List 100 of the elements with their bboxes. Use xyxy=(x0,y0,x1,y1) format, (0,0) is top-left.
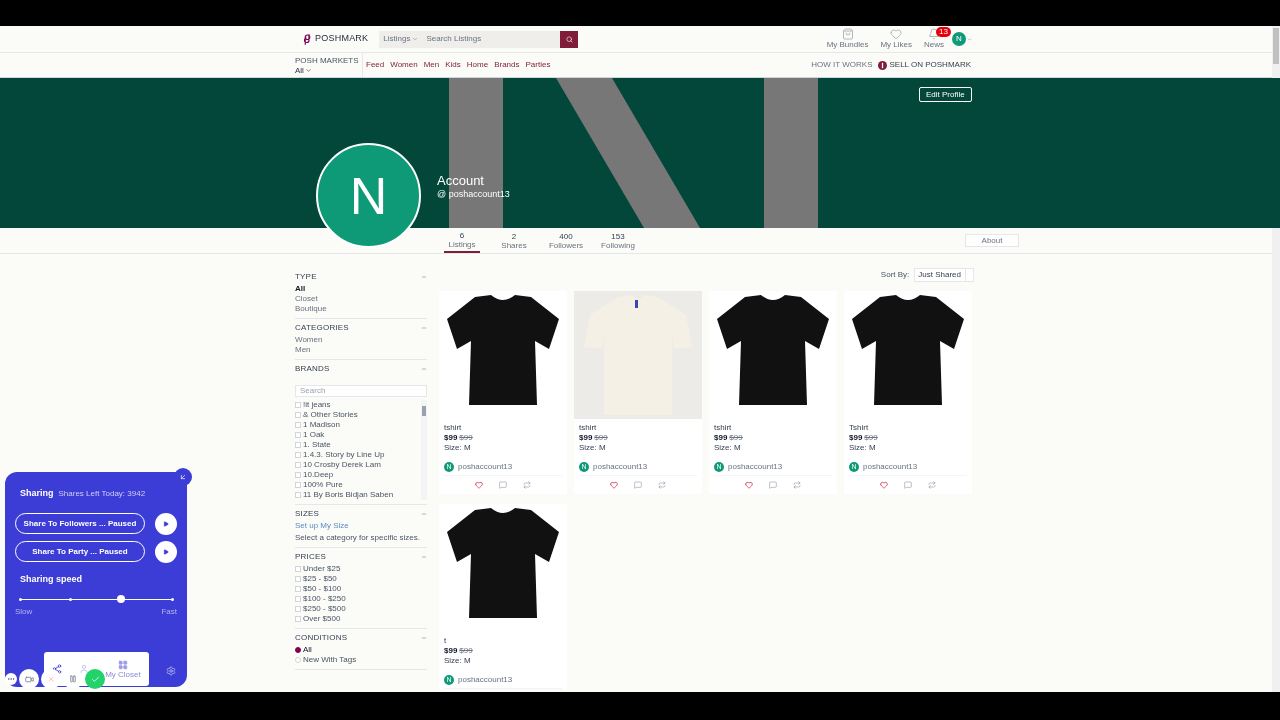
filter-option[interactable]: All xyxy=(295,284,427,294)
more-button[interactable] xyxy=(5,673,17,685)
filter-option[interactable]: Boutique xyxy=(295,304,427,314)
checkbox[interactable] xyxy=(295,616,301,622)
seller-name[interactable]: poshaccount13 xyxy=(458,462,513,472)
filter-option[interactable]: Closet xyxy=(295,294,427,304)
search-button[interactable] xyxy=(560,30,579,48)
close-icon xyxy=(47,675,55,683)
brand-search-field[interactable]: Search xyxy=(295,385,427,397)
seller-name[interactable]: poshaccount13 xyxy=(728,462,783,472)
seller-name[interactable]: poshaccount13 xyxy=(458,675,513,685)
listing-size: Size: M xyxy=(714,443,742,453)
search-field[interactable]: Search Listings xyxy=(422,30,561,48)
checkbox[interactable] xyxy=(295,566,301,572)
collapse-icon[interactable] xyxy=(421,366,427,372)
slow-label: Slow xyxy=(15,606,33,618)
profile-stat-tab[interactable]: 6 Listings xyxy=(444,228,480,253)
speed-slider[interactable] xyxy=(20,595,172,603)
collapse-icon[interactable] xyxy=(421,635,427,641)
nav-link[interactable]: Kids xyxy=(445,59,461,71)
how-it-works-link[interactable]: HOW IT WORKS xyxy=(811,59,873,71)
comment-icon[interactable] xyxy=(499,481,507,489)
play-icon xyxy=(163,520,169,527)
logo-text: POSHMARK xyxy=(315,32,369,46)
edit-profile-button[interactable]: Edit Profile xyxy=(919,87,972,102)
radio-button[interactable] xyxy=(295,647,301,653)
size-link[interactable]: Set up My Size xyxy=(295,521,427,531)
comment-icon[interactable] xyxy=(634,481,642,489)
sell-link[interactable]: SELL ON POSHMARK xyxy=(878,59,971,71)
checkbox[interactable] xyxy=(295,586,301,592)
like-icon[interactable] xyxy=(745,481,753,489)
checkbox[interactable] xyxy=(295,402,301,408)
search-scope-dropdown[interactable]: Listings xyxy=(379,30,423,48)
checkbox[interactable] xyxy=(295,472,301,478)
brand-label: 100% Pure xyxy=(303,480,343,490)
market-selector[interactable]: All xyxy=(295,65,362,75)
nav-link[interactable]: Parties xyxy=(525,59,551,71)
price-label: $250 - $500 xyxy=(303,604,346,614)
account-menu[interactable]: N xyxy=(952,32,972,46)
collapse-icon[interactable] xyxy=(421,554,427,560)
checkbox[interactable] xyxy=(295,576,301,582)
condition-label: All xyxy=(303,645,312,655)
header-link[interactable]: News 13 xyxy=(920,28,948,50)
comment-icon[interactable] xyxy=(769,481,777,489)
price: $99 xyxy=(849,433,863,443)
checkbox[interactable] xyxy=(295,442,301,448)
collapse-icon[interactable] xyxy=(421,325,427,331)
filter-option[interactable]: Women xyxy=(295,335,427,345)
nav-link[interactable]: Home xyxy=(466,59,489,71)
grid-icon xyxy=(117,659,128,670)
nav-link[interactable]: Brands xyxy=(494,59,520,71)
nav-link[interactable]: Feed xyxy=(366,59,385,71)
brand-label: & Other Stories xyxy=(303,410,358,420)
sort-dropdown[interactable]: Just Shared xyxy=(914,268,974,282)
price: $99 xyxy=(714,433,728,443)
bag-icon xyxy=(841,28,854,40)
nav-link[interactable]: Women xyxy=(390,59,418,71)
user-avatar: N xyxy=(952,32,966,46)
checkbox[interactable] xyxy=(295,462,301,468)
person-icon[interactable] xyxy=(78,664,89,674)
header-link[interactable]: My Bundles xyxy=(822,28,873,50)
checkbox[interactable] xyxy=(295,606,301,612)
profile-stat-tab[interactable]: 2 Shares xyxy=(496,228,532,253)
share-icon[interactable] xyxy=(52,664,63,674)
header-link[interactable]: My Likes xyxy=(876,28,916,50)
panel-title: Sharing xyxy=(20,487,54,500)
checkbox[interactable] xyxy=(295,452,301,458)
shares-left: Shares Left Today: 3942 xyxy=(58,488,146,500)
seller-name[interactable]: poshaccount13 xyxy=(863,462,918,472)
scrollbar[interactable] xyxy=(421,400,427,500)
nav-link[interactable]: Men xyxy=(423,59,440,71)
bell-icon xyxy=(928,28,940,40)
play-icon xyxy=(163,548,169,555)
filter-heading: CONDITIONS xyxy=(295,633,348,643)
checkbox[interactable] xyxy=(295,432,301,438)
search-icon xyxy=(565,35,573,43)
collapse-icon[interactable] xyxy=(421,511,427,517)
play-button[interactable] xyxy=(155,540,177,563)
caret-icon xyxy=(967,36,972,42)
slider-thumb[interactable] xyxy=(117,595,126,603)
page-scrollbar[interactable] xyxy=(1273,28,1279,64)
like-icon[interactable] xyxy=(880,481,888,489)
about-button[interactable]: About xyxy=(965,234,1019,247)
fast-label: Fast xyxy=(161,606,177,618)
checkbox[interactable] xyxy=(295,412,301,418)
filter-option[interactable]: Men xyxy=(295,345,427,355)
checkbox[interactable] xyxy=(295,492,301,498)
checkbox[interactable] xyxy=(295,596,301,602)
price-label: Under $25 xyxy=(303,564,341,574)
profile-stat-tab[interactable]: 153 Following xyxy=(600,228,636,253)
comment-icon[interactable] xyxy=(904,481,912,489)
collapse-icon[interactable] xyxy=(421,274,427,280)
like-icon[interactable] xyxy=(610,481,618,489)
settings-icon[interactable] xyxy=(166,666,176,676)
like-icon[interactable] xyxy=(475,481,483,489)
seller-name[interactable]: poshaccount13 xyxy=(593,462,648,472)
play-button[interactable] xyxy=(155,512,177,535)
checkbox[interactable] xyxy=(295,422,301,428)
profile-stat-tab[interactable]: 400 Followers xyxy=(548,228,584,253)
checkbox[interactable] xyxy=(295,482,301,488)
